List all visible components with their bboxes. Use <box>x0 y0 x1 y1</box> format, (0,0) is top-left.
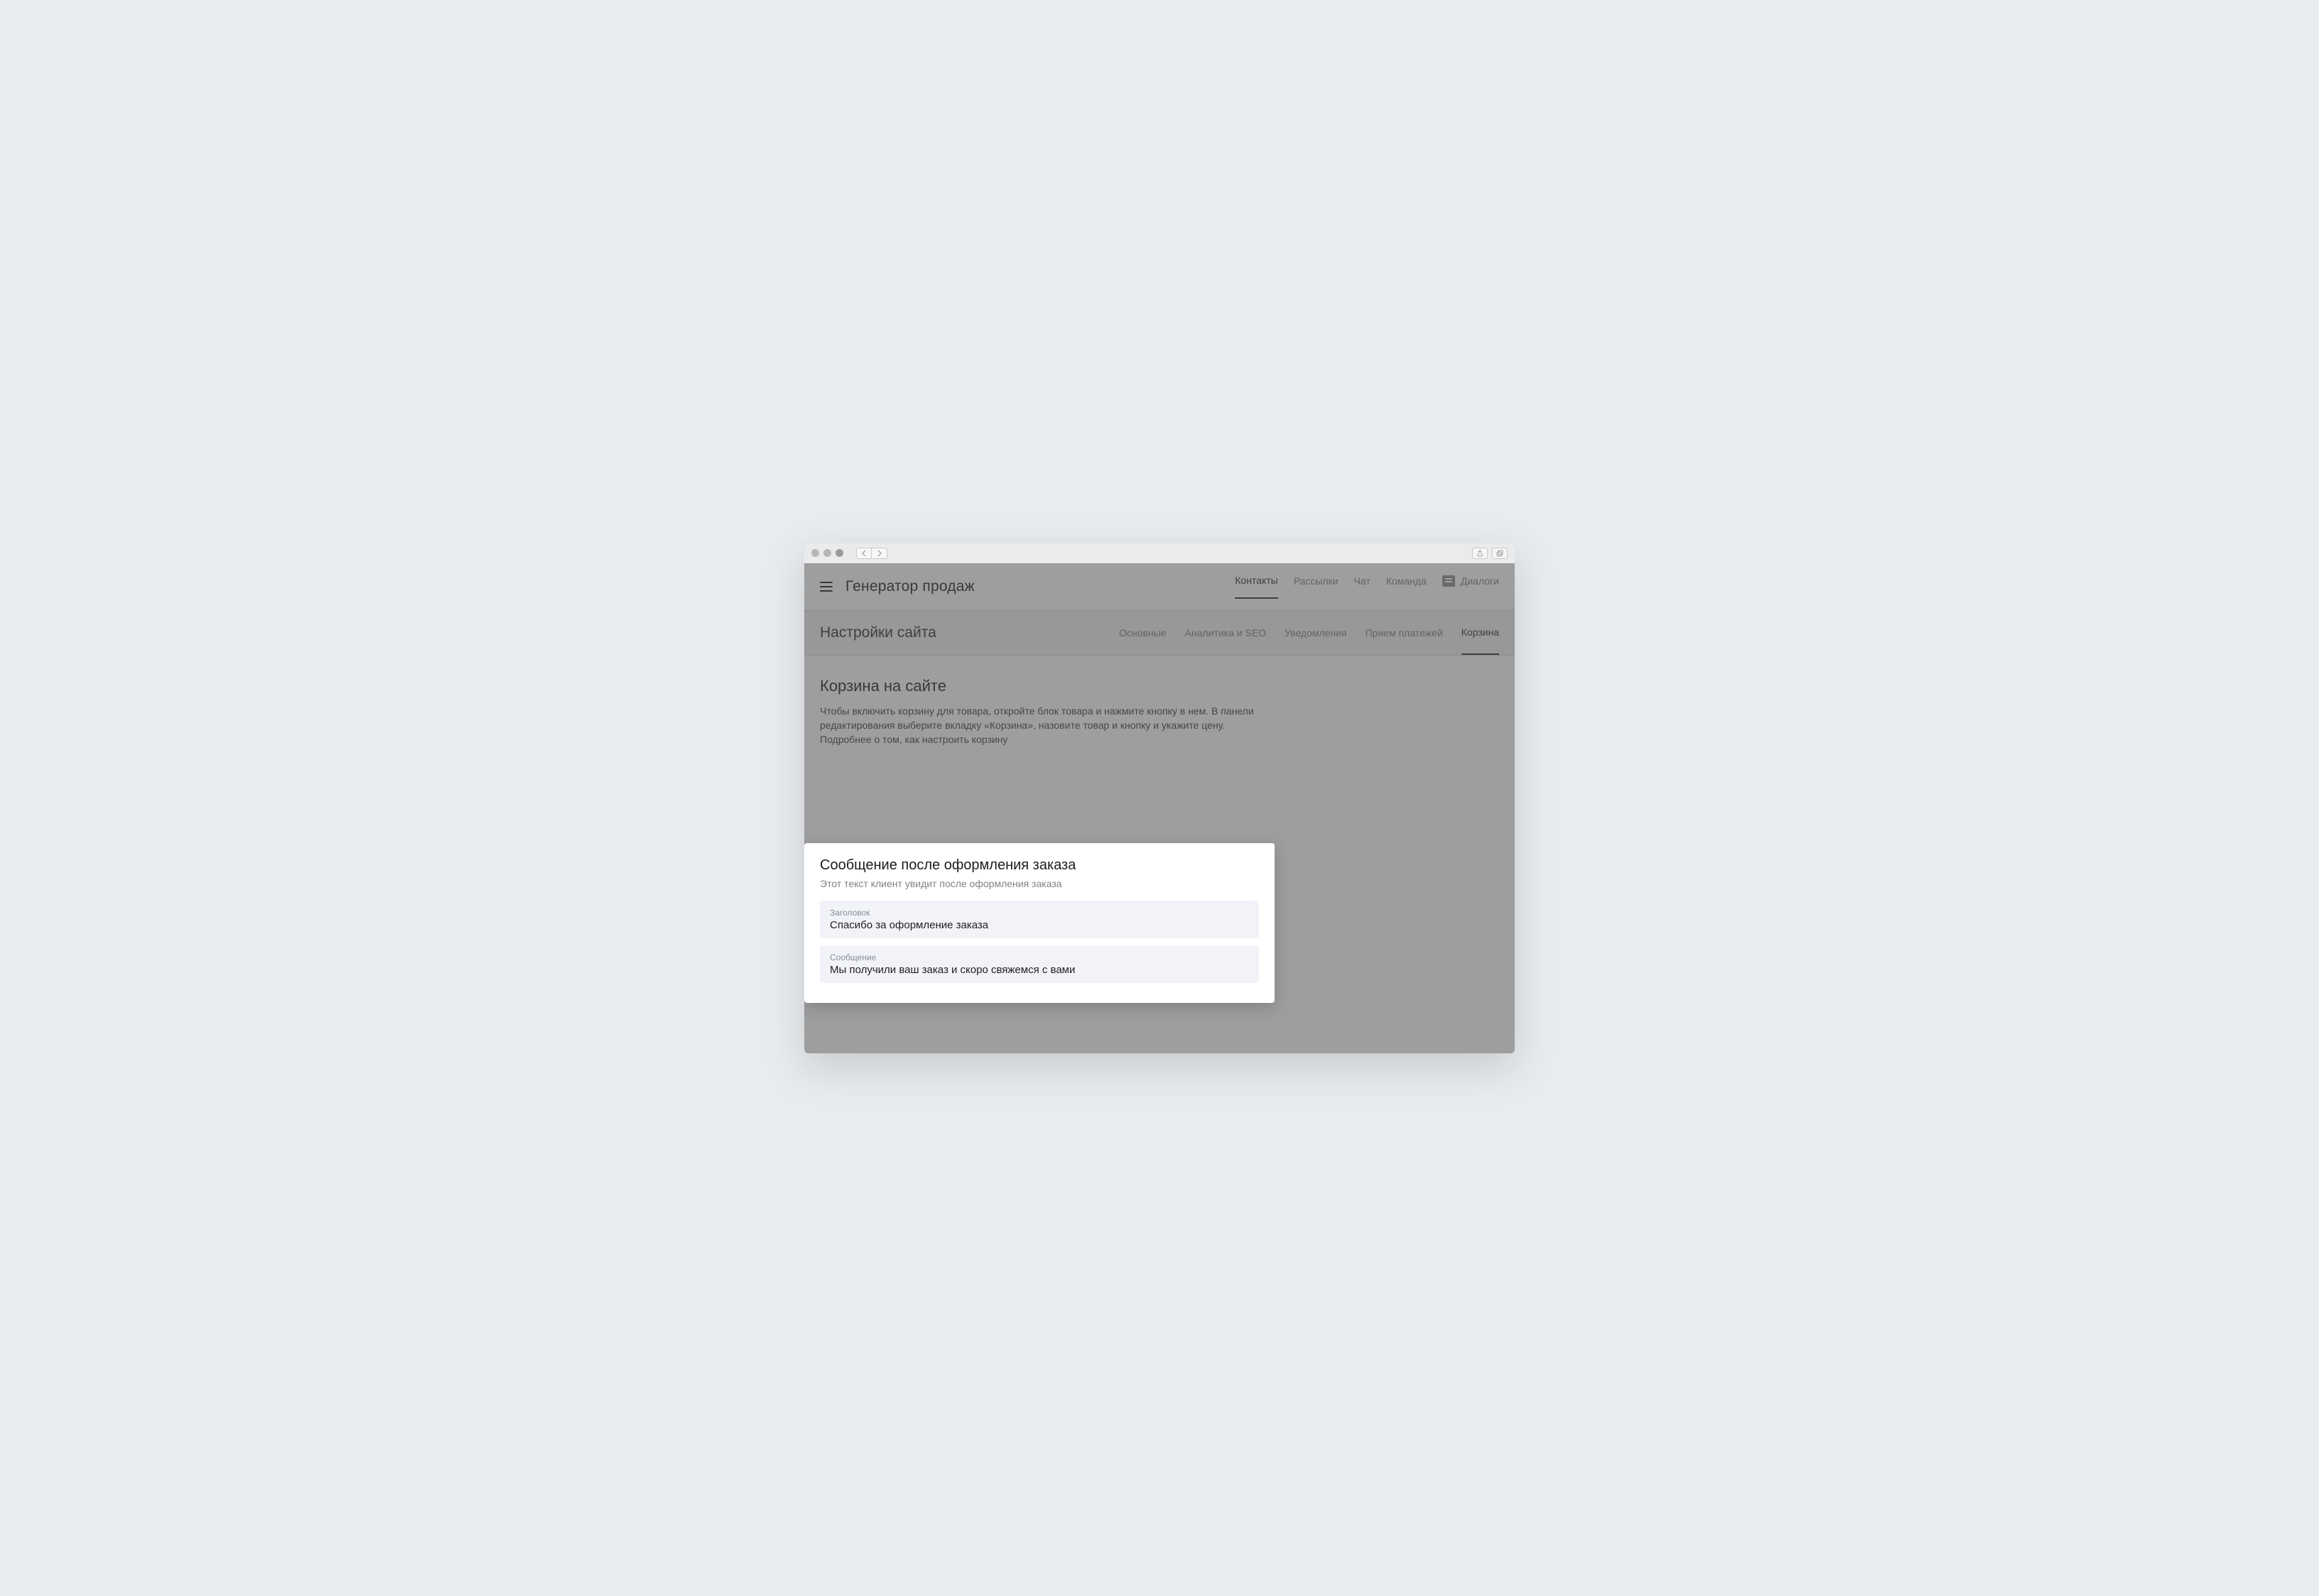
learn-more-link[interactable]: Подробнее о том, как настроить корзину <box>820 734 1007 745</box>
heading-field[interactable]: Заголовок Спасибо за оформление заказа <box>820 901 1259 938</box>
menu-icon[interactable] <box>820 582 833 592</box>
close-window-icon[interactable] <box>811 549 819 557</box>
back-button[interactable] <box>856 548 872 559</box>
chat-icon <box>1442 575 1455 587</box>
tab-notifications[interactable]: Уведомления <box>1285 611 1347 655</box>
message-field-label: Сообщение <box>830 952 1249 962</box>
card-description: Этот текст клиент увидит после оформлени… <box>820 878 1259 889</box>
tab-analytics-seo[interactable]: Аналитика и SEO <box>1185 611 1266 655</box>
forward-button[interactable] <box>872 548 887 559</box>
topnav-dialogs[interactable]: Диалоги <box>1442 575 1499 598</box>
tab-main[interactable]: Основные <box>1119 611 1166 655</box>
topnav-team[interactable]: Команда <box>1386 575 1427 598</box>
section-title: Корзина на сайте <box>820 677 1499 695</box>
heading-field-label: Заголовок <box>830 908 1249 918</box>
section-description: Чтобы включить корзину для товара, откро… <box>820 704 1267 747</box>
traffic-lights <box>811 549 843 557</box>
window-titlebar <box>804 543 1515 563</box>
card-title: Сообщение после оформления заказа <box>820 857 1259 874</box>
tabs-icon[interactable] <box>1492 548 1508 559</box>
top-nav: Контакты Рассылки Чат Команда Диалоги <box>1235 575 1499 599</box>
topnav-mailings[interactable]: Рассылки <box>1294 575 1339 598</box>
order-confirmation-message-card: Сообщение после оформления заказа Этот т… <box>804 843 1275 1003</box>
minimize-window-icon[interactable] <box>823 549 831 557</box>
topnav-contacts[interactable]: Контакты <box>1235 575 1277 599</box>
subnav-tabs: Основные Аналитика и SEO Уведомления При… <box>1119 611 1499 655</box>
subnav-bar: Настройки сайта Основные Аналитика и SEO… <box>804 610 1515 656</box>
browser-window: Генератор продаж Контакты Рассылки Чат К… <box>804 543 1515 1053</box>
brand-title: Генератор продаж <box>845 578 975 595</box>
message-field[interactable]: Сообщение Мы получили ваш заказ и скоро … <box>820 945 1259 983</box>
maximize-window-icon[interactable] <box>836 549 843 557</box>
topbar: Генератор продаж Контакты Рассылки Чат К… <box>804 563 1515 610</box>
share-icon[interactable] <box>1472 548 1488 559</box>
heading-field-value: Спасибо за оформление заказа <box>830 919 1249 931</box>
section-desc-text: Чтобы включить корзину для товара, откро… <box>820 705 1254 731</box>
browser-nav-buttons <box>856 548 887 559</box>
message-field-value: Мы получили ваш заказ и скоро свяжемся с… <box>830 964 1249 976</box>
page-title: Настройки сайта <box>820 624 936 641</box>
tab-cart[interactable]: Корзина <box>1461 611 1499 655</box>
topnav-chat[interactable]: Чат <box>1354 575 1371 598</box>
topnav-dialogs-label: Диалоги <box>1461 575 1499 587</box>
tab-payments[interactable]: Прием платежей <box>1366 611 1443 655</box>
